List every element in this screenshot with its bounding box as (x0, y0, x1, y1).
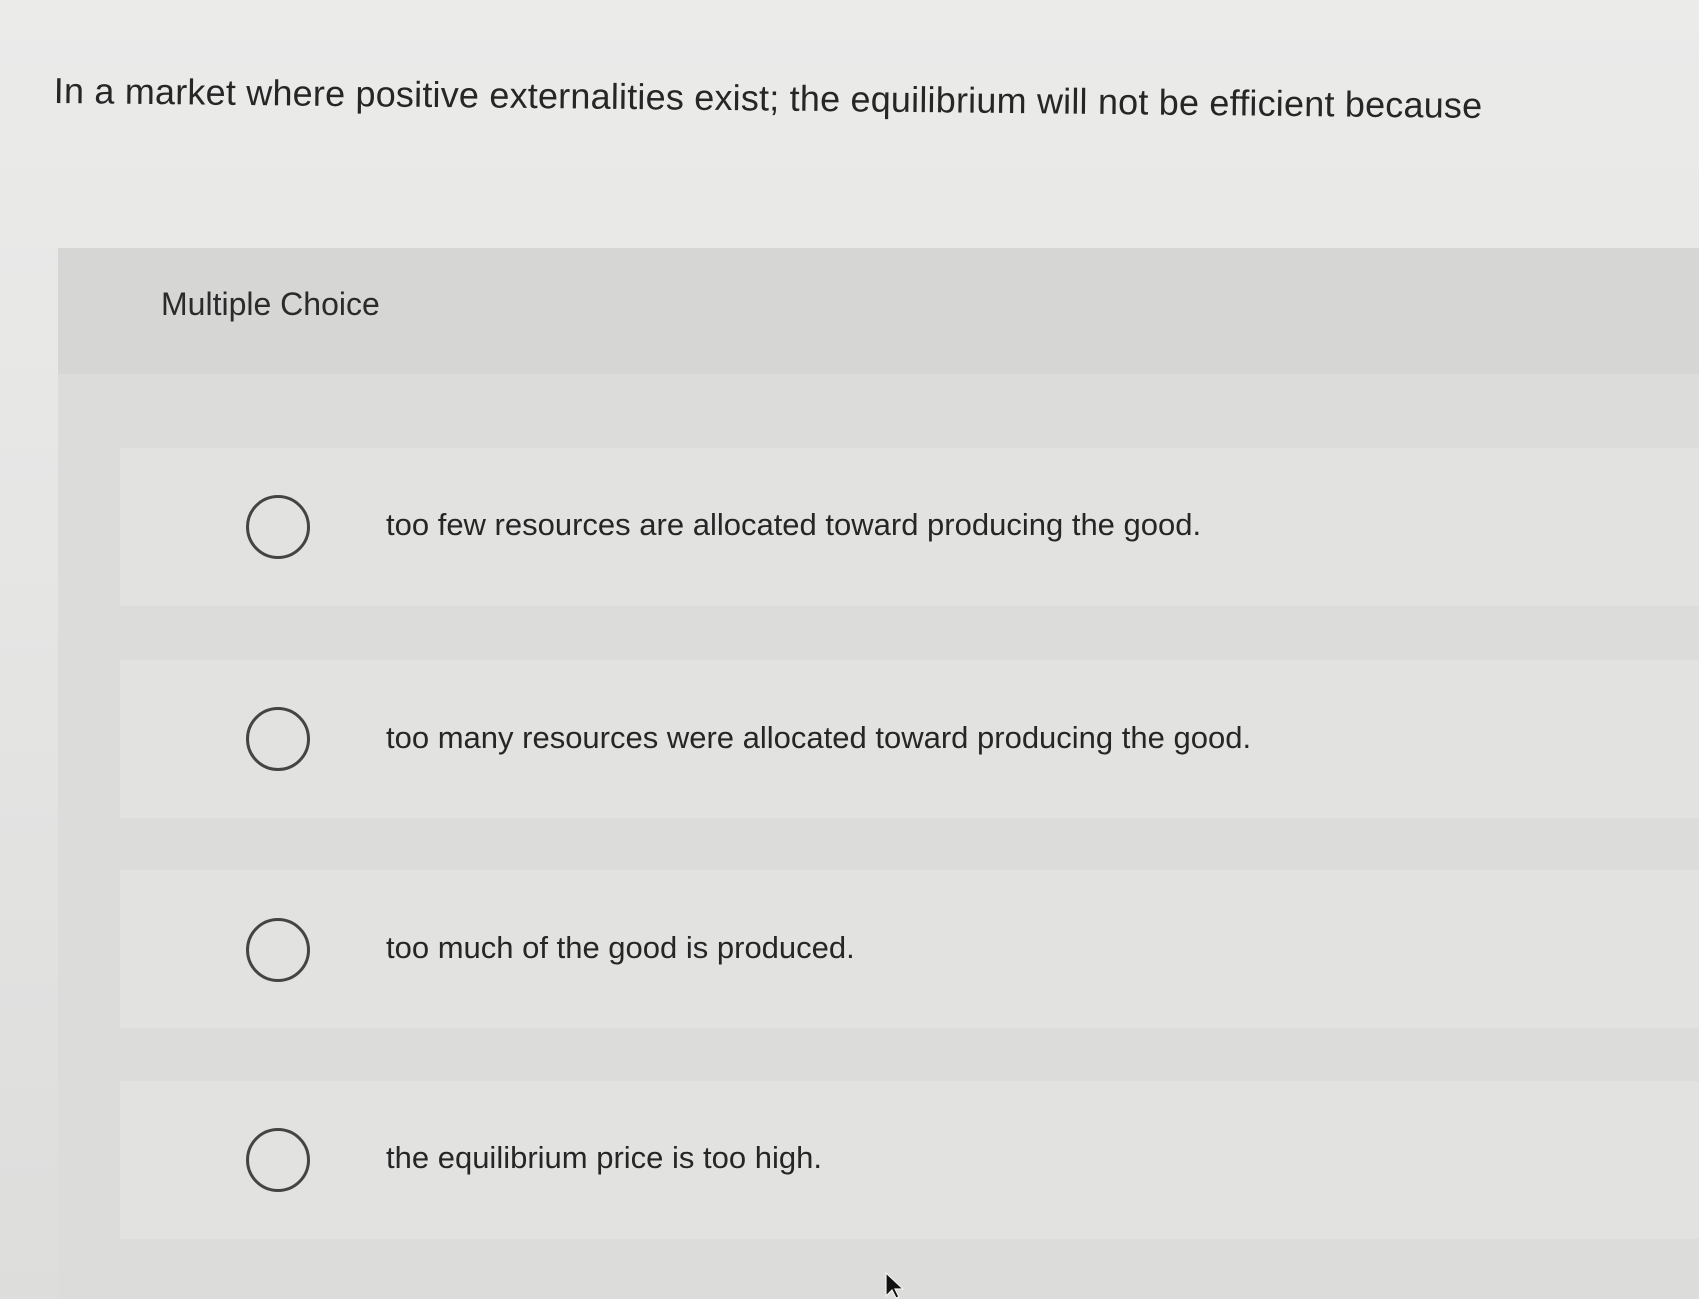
choice-option-4[interactable]: the equilibrium price is too high. (120, 1081, 1699, 1239)
choice-option-2[interactable]: too many resources were allocated toward… (120, 660, 1699, 818)
multiple-choice-label: Multiple Choice (161, 286, 380, 322)
radio-circle-icon[interactable] (246, 1128, 310, 1192)
multiple-choice-panel: Multiple Choice too few resources are al… (58, 248, 1699, 1299)
choice-option-2-text: too many resources were allocated toward… (386, 720, 1252, 755)
choice-option-3[interactable]: too much of the good is produced. (120, 870, 1699, 1028)
radio-circle-icon[interactable] (246, 707, 310, 771)
multiple-choice-header: Multiple Choice (58, 248, 1699, 374)
radio-circle-icon[interactable] (246, 918, 310, 982)
choice-option-1[interactable]: too few resources are allocated toward p… (120, 448, 1699, 606)
quiz-screen: { "question": { "text": "In a market whe… (0, 0, 1699, 1299)
mouse-pointer-icon (885, 1272, 905, 1299)
choice-option-1-text: too few resources are allocated toward p… (386, 507, 1202, 542)
radio-circle-icon[interactable] (246, 495, 310, 559)
choice-option-3-text: too much of the good is produced. (386, 930, 855, 965)
question-text: In a market where positive externalities… (53, 70, 1483, 126)
choice-option-4-text: the equilibrium price is too high. (386, 1140, 822, 1175)
